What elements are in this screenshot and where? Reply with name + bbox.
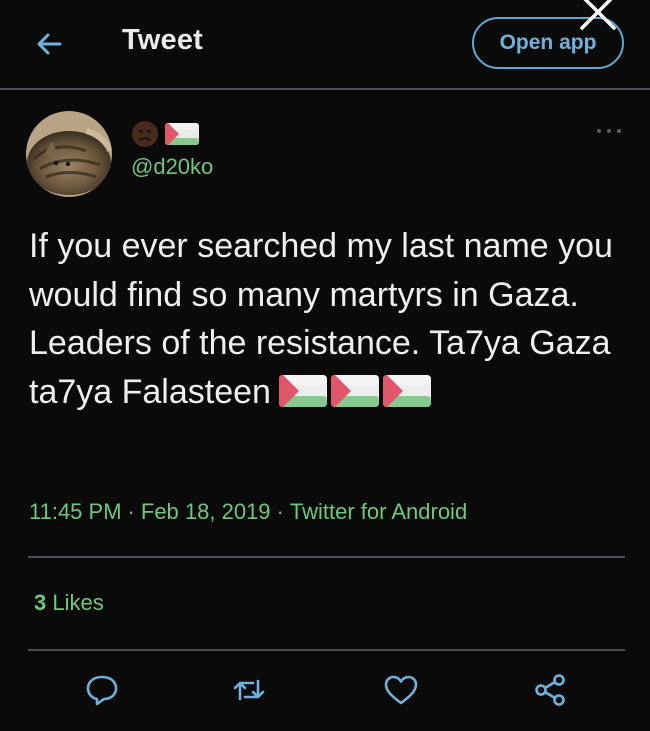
header-bar: Tweet Open app bbox=[0, 0, 650, 88]
display-name[interactable] bbox=[131, 120, 199, 148]
arrow-left-icon bbox=[37, 33, 62, 55]
like-button[interactable] bbox=[383, 672, 419, 708]
tweet-source[interactable]: Twitter for Android bbox=[290, 499, 467, 524]
likes-label: Likes bbox=[52, 590, 104, 615]
more-dots-icon bbox=[597, 129, 621, 133]
back-button[interactable] bbox=[30, 24, 70, 64]
tweet-time[interactable]: 11:45 PM bbox=[29, 499, 122, 524]
close-icon bbox=[580, 0, 616, 30]
palestine-flag-emoji bbox=[278, 374, 327, 407]
retweet-button[interactable] bbox=[231, 672, 267, 708]
share-button[interactable] bbox=[532, 672, 568, 708]
tweet-body: If you ever searched my last name you wo… bbox=[29, 222, 629, 416]
reply-icon bbox=[86, 675, 118, 706]
reply-button[interactable] bbox=[84, 672, 120, 708]
retweet-icon bbox=[233, 679, 265, 701]
like-icon bbox=[384, 675, 418, 705]
tweet-date[interactable]: Feb 18, 2019 bbox=[141, 499, 271, 524]
likes-count[interactable]: 3 Likes bbox=[34, 590, 104, 616]
trailing-flags bbox=[278, 374, 431, 407]
palestine-flag-emoji bbox=[330, 374, 379, 407]
divider bbox=[28, 556, 625, 558]
palestine-flag-emoji bbox=[165, 123, 199, 145]
header-divider bbox=[0, 88, 650, 90]
close-button[interactable] bbox=[576, 0, 620, 32]
avatar[interactable] bbox=[26, 111, 112, 197]
palestine-flag-emoji bbox=[382, 374, 431, 407]
likes-number: 3 bbox=[34, 590, 47, 615]
share-icon bbox=[535, 674, 565, 706]
divider bbox=[28, 649, 625, 651]
page-title: Tweet bbox=[122, 24, 204, 56]
meta-separator: · bbox=[127, 499, 135, 524]
meta-separator: · bbox=[276, 499, 284, 524]
cat-photo-avatar bbox=[26, 111, 112, 197]
tweet-screen: Tweet Open app @d20ko If you ever search… bbox=[0, 0, 650, 731]
worried-face-emoji bbox=[132, 121, 158, 147]
user-handle[interactable]: @d20ko bbox=[131, 154, 213, 180]
more-options-button[interactable] bbox=[594, 124, 624, 136]
tweet-meta: 11:45 PM · Feb 18, 2019 · Twitter for Androi… bbox=[29, 499, 467, 525]
